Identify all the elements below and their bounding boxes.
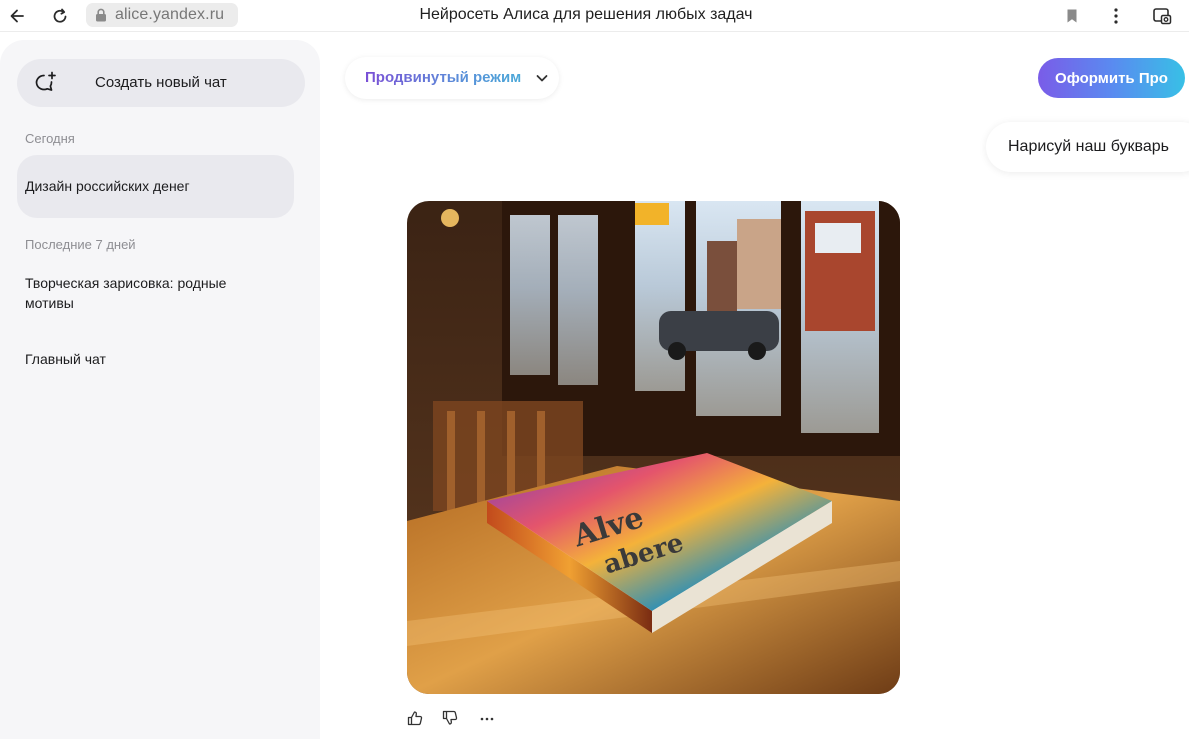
section-label-today: Сегодня: [25, 131, 75, 146]
user-message-bubble: Нарисуй наш букварь: [986, 122, 1189, 172]
screenshot-icon[interactable]: [1150, 4, 1174, 28]
back-arrow-icon[interactable]: [5, 4, 29, 28]
chat-item-money-design[interactable]: Дизайн российских денег: [17, 155, 294, 218]
reload-icon[interactable]: [48, 4, 72, 28]
chat-item-label: Творческая зарисовка: родные мотивы: [25, 275, 227, 311]
browser-toolbar: alice.yandex.ru Нейросеть Алиса для реше…: [0, 0, 1189, 32]
sidebar: Создать новый чат Сегодня Дизайн российс…: [0, 40, 320, 739]
chat-item-creative-sketch[interactable]: Творческая зарисовка: родные мотивы: [17, 273, 257, 313]
page-title: Нейросеть Алиса для решения любых задач: [419, 6, 753, 23]
thumbs-up-icon[interactable]: [407, 710, 425, 728]
chat-item-label: Главный чат: [25, 351, 106, 367]
section-label-last-7-days: Последние 7 дней: [25, 237, 136, 252]
mode-selector-label: Продвинутый режим: [365, 69, 522, 86]
new-chat-label: Создать новый чат: [95, 74, 227, 91]
address-bar[interactable]: alice.yandex.ru: [86, 3, 238, 27]
url-text: alice.yandex.ru: [115, 6, 225, 23]
new-chat-button[interactable]: Создать новый чат: [17, 59, 305, 107]
mode-selector[interactable]: Продвинутый режим: [345, 57, 559, 99]
subscribe-pro-button[interactable]: Оформить Про: [1038, 58, 1185, 98]
lock-icon: [94, 8, 108, 22]
thumbs-down-icon[interactable]: [442, 710, 460, 728]
chat-item-label: Дизайн российских денег: [25, 178, 190, 194]
chevron-down-icon: [535, 71, 549, 85]
chat-plus-icon: [33, 71, 57, 95]
chat-item-main-chat[interactable]: Главный чат: [17, 349, 294, 369]
more-vertical-icon[interactable]: [1104, 4, 1128, 28]
user-message-text: Нарисуй наш букварь: [1008, 138, 1169, 155]
more-horizontal-icon[interactable]: [479, 710, 497, 728]
generated-image[interactable]: Alve abere: [407, 201, 900, 694]
bookmark-icon[interactable]: [1060, 4, 1084, 28]
